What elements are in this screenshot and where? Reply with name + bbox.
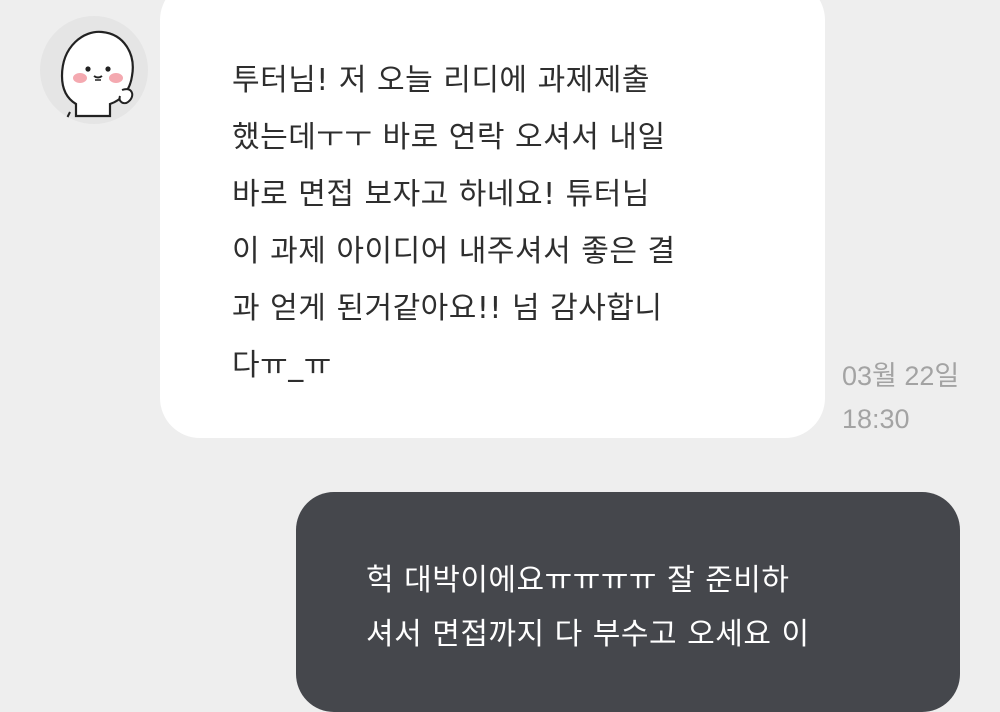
message-line: 헉 대박이에요ㅠㅠㅠㅠ 잘 준비하 bbox=[366, 563, 790, 598]
message-line: 했는데ㅜㅜ 바로 연락 오셔서 내일 bbox=[232, 120, 666, 155]
message-line: 셔서 면접까지 다 부수고 오세요 이 bbox=[366, 617, 810, 652]
message-line: 과 얻게 된거같아요!! 넘 감사합니 bbox=[232, 291, 663, 326]
timestamp-time: 18:30 bbox=[842, 404, 910, 434]
incoming-message-bubble[interactable]: 투터님! 저 오늘 리디에 과제제출 했는데ㅜㅜ 바로 연락 오셔서 내일 바로… bbox=[160, 0, 825, 438]
outgoing-message-text: 헉 대박이에요ㅠㅠㅠㅠ 잘 준비하 셔서 면접까지 다 부수고 오세요 이 bbox=[366, 554, 946, 662]
outgoing-message-bubble[interactable]: 헉 대박이에요ㅠㅠㅠㅠ 잘 준비하 셔서 면접까지 다 부수고 오세요 이 bbox=[296, 492, 960, 712]
message-line: 다ㅠ_ㅠ bbox=[232, 348, 332, 383]
incoming-message-text: 투터님! 저 오늘 리디에 과제제출 했는데ㅜㅜ 바로 연락 오셔서 내일 바로… bbox=[232, 52, 792, 394]
smiling-blob-character-icon bbox=[60, 30, 134, 121]
timestamp-date: 03월 22일 bbox=[842, 361, 960, 391]
sender-avatar[interactable] bbox=[40, 16, 148, 124]
message-line: 바로 면접 보자고 하네요! 튜터님 bbox=[232, 177, 650, 212]
message-timestamp: 03월 22일 18:30 bbox=[842, 355, 992, 441]
message-line: 투터님! 저 오늘 리디에 과제제출 bbox=[232, 63, 650, 98]
message-line: 이 과제 아이디어 내주셔서 좋은 결 bbox=[232, 234, 676, 269]
